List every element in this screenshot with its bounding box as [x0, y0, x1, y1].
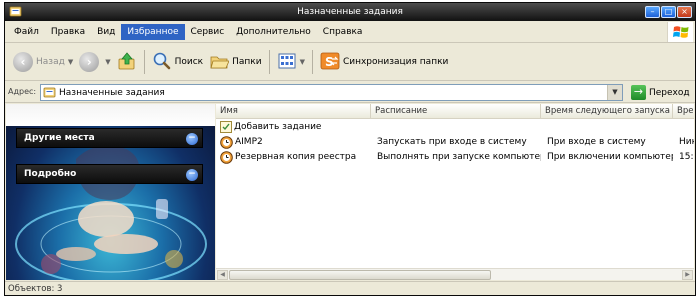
address-label: Адрес: [8, 87, 37, 96]
svg-text:S: S [325, 55, 334, 69]
maximize-button[interactable]: □ [661, 6, 676, 18]
address-dropdown-button[interactable]: ▼ [607, 85, 622, 100]
sync-icon: S [320, 51, 340, 74]
explorer-window: Назначенные задания – □ × Файл Правка Ви… [4, 2, 696, 296]
sync-folder-button[interactable]: S Синхронизация папки [317, 48, 451, 76]
row-next-run: При входе в систему [547, 137, 646, 147]
up-folder-button[interactable] [114, 48, 140, 76]
column-header-next-run[interactable]: Время следующего запуска [541, 104, 673, 119]
menu-file[interactable]: Файл [8, 24, 45, 40]
folders-icon [209, 51, 230, 74]
list-item[interactable]: Резервная копия реестра Выполнять при за… [216, 150, 694, 165]
column-header-last-run[interactable]: Время прошлого запуска [673, 104, 694, 119]
row-name: AIMP2 [235, 137, 263, 147]
back-label: Назад [36, 57, 65, 67]
row-next-run: При включении компьютера [547, 152, 673, 162]
list-item[interactable]: Добавить задание [216, 120, 694, 135]
address-field[interactable]: Назначенные задания ▼ [40, 84, 623, 101]
address-value: Назначенные задания [59, 87, 165, 98]
menu-tools[interactable]: Сервис [185, 24, 231, 40]
row-name: Резервная копия реестра [235, 152, 357, 162]
scroll-left-button[interactable]: ◀ [217, 270, 228, 280]
back-arrow-icon: ‹ [13, 52, 33, 72]
row-schedule: Выполнять при запуске компьютера [377, 152, 541, 162]
menu-bar: Файл Правка Вид Избранное Сервис Дополни… [5, 22, 695, 43]
row-last-run: 15:1 [679, 152, 694, 162]
chevron-down-icon: ▼ [299, 58, 305, 66]
address-bar: Адрес: Назначенные задания ▼ → Переход [5, 82, 695, 103]
go-arrow-icon: → [631, 85, 646, 100]
column-header-row: Имя Расписание Время следующего запуска … [216, 104, 694, 119]
title-bar[interactable]: Назначенные задания – □ × [5, 3, 695, 21]
views-button[interactable]: ▼ [274, 48, 308, 76]
menu-advanced[interactable]: Дополнительно [230, 24, 317, 40]
row-last-run: Никогда [679, 137, 694, 147]
window-title: Назначенные задания [297, 7, 403, 17]
folders-button[interactable]: Папки [206, 48, 264, 76]
horizontal-scrollbar[interactable]: ◀ ▶ [216, 268, 694, 280]
toolbar-separator [311, 50, 313, 74]
toolbar-separator [143, 50, 145, 74]
search-button[interactable]: Поиск [149, 48, 207, 76]
task-pane: Другие места − Подробно − [6, 104, 215, 280]
sync-label: Синхронизация папки [342, 57, 449, 67]
search-icon [152, 51, 172, 74]
column-header-name[interactable]: Имя [216, 104, 371, 119]
scrollbar-thumb[interactable] [229, 270, 491, 280]
menu-view[interactable]: Вид [91, 24, 121, 40]
row-name: Добавить задание [234, 122, 322, 132]
scroll-right-button[interactable]: ▶ [682, 270, 693, 280]
forward-button[interactable]: › ▼ [76, 48, 113, 76]
file-list: Имя Расписание Время следующего запуска … [216, 104, 694, 280]
add-task-icon [220, 121, 232, 136]
windows-logo-icon [667, 22, 693, 42]
toolbar: ‹ Назад ▼ › ▼ Поиск Папки ▼ S Синхрониза… [5, 44, 695, 81]
up-folder-icon [117, 51, 137, 74]
scheduled-task-icon [220, 136, 234, 151]
chevron-down-icon: ▼ [67, 58, 74, 66]
chevron-down-icon: ▼ [105, 58, 111, 66]
window-controls: – □ × [645, 6, 692, 18]
collapse-chevron-icon[interactable]: − [186, 133, 198, 145]
menu-favorites[interactable]: Избранное [121, 24, 185, 40]
search-label: Поиск [174, 57, 204, 67]
other-places-header[interactable]: Другие места − [16, 128, 203, 148]
menu-edit[interactable]: Правка [45, 24, 91, 40]
minimize-button[interactable]: – [645, 6, 660, 18]
row-schedule: Запускать при входе в систему [377, 137, 527, 147]
status-bar: Объектов: 3 [5, 281, 695, 295]
go-label: Переход [649, 87, 690, 98]
folders-label: Папки [232, 57, 262, 67]
status-text: Объектов: 3 [8, 284, 63, 294]
close-button[interactable]: × [677, 6, 692, 18]
views-icon [277, 51, 297, 74]
details-label: Подробно [24, 169, 77, 179]
menu-help[interactable]: Справка [317, 24, 369, 40]
folder-icon [43, 86, 56, 99]
forward-arrow-icon: › [79, 52, 100, 72]
go-button[interactable]: → Переход [631, 84, 690, 101]
column-header-schedule[interactable]: Расписание [371, 104, 541, 119]
back-button[interactable]: ‹ Назад ▼ [10, 48, 76, 76]
list-item[interactable]: AIMP2 Запускать при входе в систему При … [216, 135, 694, 150]
other-places-label: Другие места [24, 133, 95, 143]
details-header[interactable]: Подробно − [16, 164, 203, 184]
scheduled-task-icon [220, 151, 234, 166]
collapse-chevron-icon[interactable]: − [186, 169, 198, 181]
toolbar-separator [268, 50, 270, 74]
